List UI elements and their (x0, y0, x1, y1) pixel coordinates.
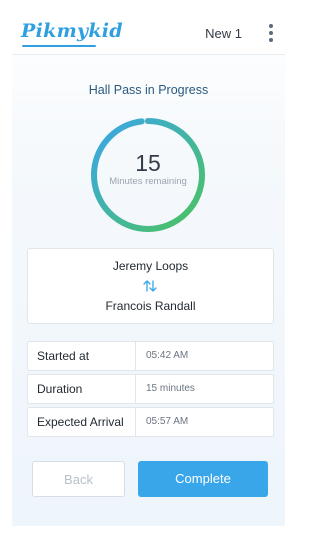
app-screen: Pikmykid New 1 Hall Pass in Progress 15 … (12, 12, 285, 526)
back-button[interactable]: Back (32, 461, 125, 497)
detail-label: Expected Arrival (28, 408, 136, 436)
detail-value: 05:42 AM (146, 350, 189, 361)
detail-label: Started at (28, 342, 136, 370)
detail-value: 15 minutes (146, 383, 195, 394)
swap-arrows-icon (143, 280, 157, 292)
more-vertical-icon[interactable] (266, 24, 276, 42)
detail-row-started: Started at 05:42 AM (27, 341, 274, 371)
detail-row-duration: Duration 15 minutes (27, 374, 274, 404)
minutes-remaining-value: 15 (135, 150, 161, 176)
detail-row-expected-arrival: Expected Arrival 05:57 AM (27, 407, 274, 437)
page-title: Hall Pass in Progress (88, 83, 209, 97)
app-logo: Pikmykid (21, 20, 123, 42)
teacher-name: Francois Randall (105, 299, 196, 313)
logo-underline (22, 45, 96, 47)
menu-dot (269, 31, 273, 35)
detail-value: 05:57 AM (146, 416, 189, 427)
student-pair-card: Jeremy Loops Francois Randall (27, 248, 274, 324)
class-name[interactable]: New 1 (205, 26, 242, 41)
menu-dot (269, 24, 273, 28)
complete-button[interactable]: Complete (138, 461, 268, 497)
top-bar: Pikmykid New 1 (12, 12, 285, 55)
student-name: Jeremy Loops (112, 259, 189, 273)
minutes-remaining-caption: Minutes remaining (109, 176, 187, 187)
detail-label: Duration (28, 375, 136, 403)
menu-dot (269, 38, 273, 42)
